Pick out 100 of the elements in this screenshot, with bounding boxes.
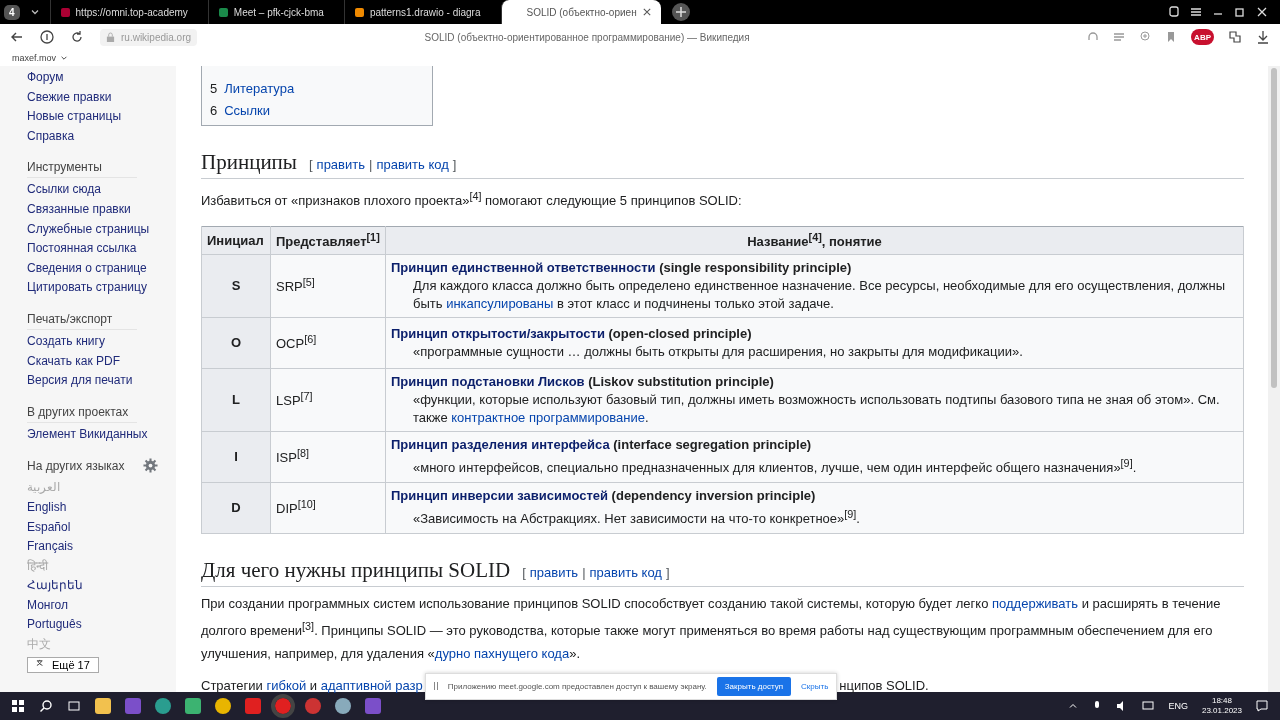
- browser-tab[interactable]: https://omni.top-academy: [49, 0, 198, 24]
- app-icon[interactable]: [335, 698, 351, 714]
- new-tab-icon[interactable]: [670, 2, 691, 22]
- chevron-down-icon[interactable]: [29, 7, 40, 17]
- language-link[interactable]: Português: [27, 615, 176, 636]
- separator: |: [369, 157, 373, 172]
- separator: |: [582, 564, 586, 580]
- sidebar-link[interactable]: Форум: [27, 68, 176, 88]
- principle-english-name: (Liskov substitution principle): [587, 373, 774, 389]
- menu-icon[interactable]: [1190, 6, 1202, 18]
- adblock-badge[interactable]: ABP: [1191, 29, 1214, 45]
- tabs-icon[interactable]: [1168, 6, 1180, 18]
- headphones-icon[interactable]: [1087, 31, 1100, 43]
- lock-icon: [106, 31, 115, 43]
- reload-icon[interactable]: [70, 30, 84, 44]
- inline-link[interactable]: гибкой: [266, 678, 307, 694]
- restore-icon[interactable]: [1234, 6, 1246, 18]
- task-view-icon[interactable]: [67, 699, 81, 713]
- principle-link[interactable]: Принцип единственной ответственности: [391, 259, 656, 275]
- extensions-icon[interactable]: [1228, 30, 1242, 44]
- zoom-icon[interactable]: [1139, 31, 1152, 43]
- abbreviation-cell: SRP$^{[5]}$: [270, 254, 386, 318]
- search-icon[interactable]: [39, 699, 53, 713]
- principle-description: «много интерфейсов, специально предназначенных для клиентов, лучше, чем один интерфейс общего назначения»$^{[9]}$.: [412, 456, 1138, 478]
- download-icon[interactable]: [1256, 30, 1270, 44]
- abbreviation-cell: LSP$^{[7]}$: [270, 368, 386, 432]
- toc-number: 5: [210, 80, 218, 98]
- sidebar-link[interactable]: Сведения о странице: [27, 258, 176, 279]
- language-link[interactable]: Հայերեն: [27, 576, 176, 596]
- start-icon[interactable]: [11, 699, 25, 713]
- edit-code-link[interactable]: править код: [589, 564, 662, 580]
- close-tab-icon[interactable]: [642, 8, 651, 16]
- clock-date[interactable]: 23.01.2023: [1201, 706, 1242, 716]
- sidebar-link[interactable]: Скачать как PDF: [27, 351, 176, 372]
- stop-sharing-button[interactable]: Закрыть доступ: [716, 677, 792, 696]
- sidebar-link[interactable]: Связанные правки: [27, 199, 176, 220]
- language-link[interactable]: Монгол: [27, 595, 176, 616]
- language-link[interactable]: Español: [27, 517, 176, 538]
- body-text: Стратегии гибкой и адаптивной разр: [201, 677, 423, 696]
- sidebar-link[interactable]: Создать книгу: [27, 331, 176, 352]
- browser-icon[interactable]: [215, 698, 231, 714]
- toc-link[interactable]: Литература: [224, 78, 295, 100]
- browser-logo-icon[interactable]: [40, 30, 54, 44]
- tab-count-button[interactable]: 4: [4, 4, 20, 20]
- inline-link[interactable]: поддерживать: [992, 595, 1079, 611]
- language-link[interactable]: Français: [27, 537, 176, 557]
- column-header: Название$^{[4]}$, понятие: [385, 226, 1244, 255]
- sidebar-link[interactable]: Ссылки сюда: [27, 180, 176, 200]
- sidebar-link[interactable]: Свежие правки: [27, 87, 176, 108]
- inline-link[interactable]: дурно пахнущего кода: [434, 646, 570, 661]
- app-icon[interactable]: [155, 698, 171, 714]
- column-header: Представляет$^{[1]}$: [270, 226, 386, 255]
- principle-link[interactable]: Принцип инверсии зависимостей: [391, 488, 608, 503]
- page-title: SOLID (объектно-ориентированное программирование) — Википедия: [423, 31, 751, 43]
- sidebar-link[interactable]: Новые страницы: [27, 107, 176, 127]
- edit-link[interactable]: править: [316, 157, 365, 172]
- body-paragraph: При создании программных систем использование принципов SOLID способствует созданию такой системы, которую будет легко поддерживать и расширять в течение долгого времени$^{[3]}$. Принципы SOLID — это руководства, которые также могут применяться во время работы над существующим программным обеспечением для его улучшения, например, для удаления «дурно пахнущего кода».: [201, 594, 1222, 663]
- language-indicator[interactable]: ENG: [1168, 701, 1188, 711]
- language-link[interactable]: English: [27, 497, 176, 518]
- drag-handle-icon[interactable]: [433, 682, 438, 691]
- edit-link[interactable]: править: [529, 564, 579, 580]
- principle-description: «функции, которые используют базовый тип, должны иметь возможность использовать подтипы базового типа не зная об этом». См. также контрактное программирование.: [412, 390, 1221, 427]
- chevron-down-icon[interactable]: [60, 54, 68, 62]
- more-languages-button[interactable]: Ещё 17: [27, 656, 99, 673]
- edit-code-link[interactable]: править код: [376, 157, 449, 172]
- chevron-up-icon[interactable]: [1068, 701, 1079, 711]
- notification-icon[interactable]: [1256, 700, 1268, 712]
- bookmark-folder[interactable]: maxef.mov: [12, 53, 56, 63]
- principle-link[interactable]: Принцип разделения интерфейса: [391, 437, 610, 452]
- inline-link[interactable]: контрактное программирование: [451, 409, 645, 425]
- close-icon[interactable]: [1256, 6, 1268, 18]
- sidebar-link[interactable]: Версия для печати: [27, 371, 176, 391]
- share-message: Приложению meet.google.com предоставлен доступ к вашему экрану.: [447, 682, 707, 691]
- hide-link[interactable]: Скрыть: [801, 682, 829, 691]
- browser-tab[interactable]: Meet – pfk-cjck-bma: [207, 0, 334, 24]
- toc-link[interactable]: Ссылки: [224, 100, 270, 122]
- back-icon[interactable]: [10, 30, 24, 44]
- sidebar-link[interactable]: Элемент Викиданных: [27, 424, 176, 445]
- app-icon[interactable]: [305, 698, 321, 714]
- sidebar-link[interactable]: Постоянная ссылка: [27, 239, 176, 259]
- sidebar-link[interactable]: Служебные страницы: [27, 219, 176, 240]
- principle-link[interactable]: Принцип открытости/закрытости: [391, 325, 605, 341]
- network-icon[interactable]: [1142, 700, 1155, 712]
- toc-number: 6: [210, 102, 218, 120]
- initial-cell: O: [201, 317, 271, 369]
- abbreviation-cell: OCP$^{[6]}$: [270, 317, 386, 369]
- bracket: ]: [452, 157, 457, 172]
- inline-link[interactable]: адаптивной разр: [320, 678, 423, 694]
- sidebar-heading: Печать/экспорт: [27, 311, 137, 330]
- principle-link[interactable]: Принцип подстановки Лисков: [391, 373, 585, 389]
- settings-icon[interactable]: [143, 458, 158, 474]
- clock-time[interactable]: 18:48: [1211, 696, 1232, 706]
- section-heading: Для чего нужны принципы SOLID: [201, 557, 511, 583]
- browser-tab[interactable]: SOLID (объектно-ориен: [500, 0, 661, 24]
- sidebar-link[interactable]: Справка: [27, 126, 176, 147]
- inline-link[interactable]: инкапсулированы: [446, 295, 554, 311]
- sidebar-link[interactable]: Цитировать страницу: [27, 278, 176, 298]
- scrollbar-thumb[interactable]: [1271, 68, 1277, 388]
- section-heading: Принципы: [201, 150, 297, 175]
- browser-tab[interactable]: patterns1.drawio - diagra: [343, 0, 491, 24]
